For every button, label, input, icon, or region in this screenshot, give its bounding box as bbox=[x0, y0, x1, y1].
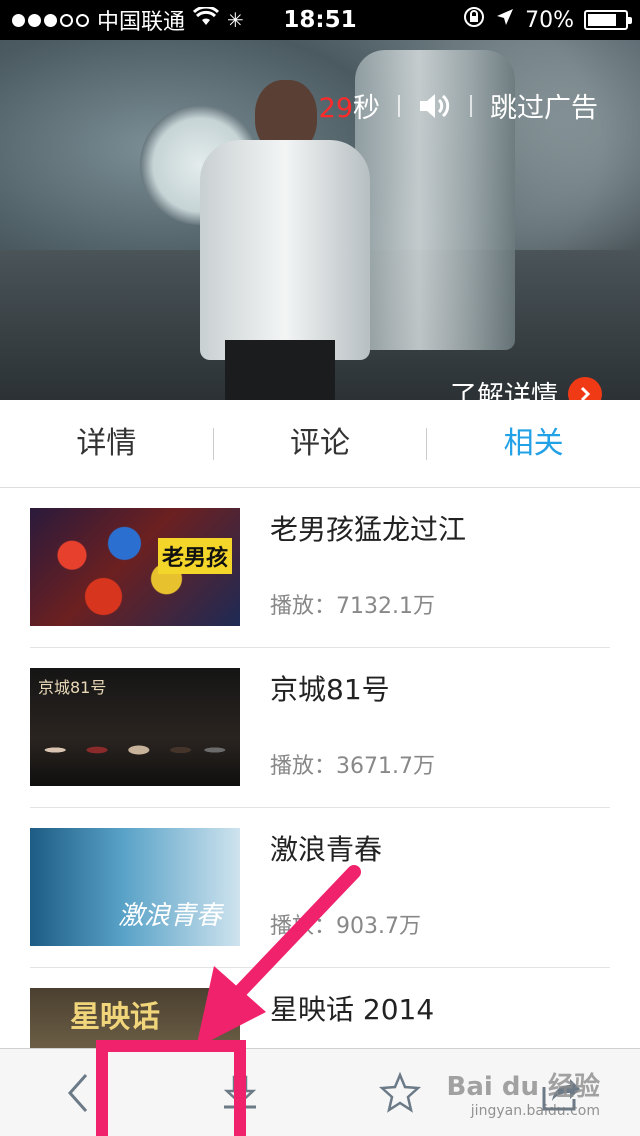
tab-details[interactable]: 详情 bbox=[0, 400, 213, 488]
list-item[interactable]: 激浪青春 激浪青春 播放：903.7万 bbox=[30, 808, 610, 968]
ad-countdown: 29秒 bbox=[318, 93, 380, 124]
list-item[interactable]: 星映话 星映话 2014 bbox=[30, 968, 610, 1048]
carrier-name: 中国联通 bbox=[97, 10, 186, 35]
learn-more-button[interactable]: 了解详情 bbox=[450, 374, 602, 400]
skip-ad-button[interactable]: 跳过广告 bbox=[490, 86, 598, 125]
list-item[interactable]: 京城81号 京城81号 播放：3671.7万 bbox=[30, 648, 610, 808]
battery-icon bbox=[584, 10, 632, 30]
tab-bar: 详情 评论 相关 bbox=[0, 400, 640, 488]
watermark: Bai du 经验 jingyan.baidu.com bbox=[447, 1072, 601, 1120]
video-ad-player[interactable]: 29秒 跳过广告 了解详情 bbox=[0, 40, 640, 400]
status-right: 70% bbox=[463, 6, 632, 34]
play-count: 播放：903.7万 bbox=[270, 914, 421, 939]
related-video-list: 老男孩 老男孩猛龙过江 播放：7132.1万 京城81号 京城81号 播放：36… bbox=[0, 488, 640, 1048]
tab-comments[interactable]: 评论 bbox=[214, 400, 427, 488]
video-title[interactable]: 激浪青春 bbox=[270, 828, 382, 868]
signal-strength-icon bbox=[12, 13, 89, 27]
location-arrow-icon bbox=[495, 7, 515, 33]
watermark-brand: Bai du 经验 bbox=[446, 1072, 601, 1103]
learn-more-label: 了解详情 bbox=[450, 381, 558, 400]
video-title[interactable]: 星映话 2014 bbox=[270, 988, 434, 1028]
list-item[interactable]: 老男孩 老男孩猛龙过江 播放：7132.1万 bbox=[30, 488, 610, 648]
battery-percent: 70% bbox=[525, 7, 574, 33]
video-thumbnail[interactable]: 星映话 bbox=[30, 988, 240, 1048]
status-bar: 中国联通 ✳ 18:51 70% bbox=[0, 0, 640, 40]
ad-controls: 29秒 跳过广告 bbox=[319, 86, 598, 125]
star-icon bbox=[378, 1071, 422, 1113]
video-thumbnail[interactable]: 京城81号 bbox=[30, 668, 240, 786]
annotation-highlight-box bbox=[96, 1040, 246, 1136]
wifi-icon bbox=[192, 5, 220, 33]
tab-related[interactable]: 相关 bbox=[427, 400, 640, 488]
chevron-right-icon bbox=[568, 376, 602, 400]
status-left: 中国联通 ✳ bbox=[12, 4, 463, 36]
video-thumbnail[interactable]: 老男孩 bbox=[30, 508, 240, 626]
loading-spinner-icon: ✳ bbox=[227, 8, 244, 32]
play-count: 播放：3671.7万 bbox=[270, 754, 435, 779]
play-count: 播放：7132.1万 bbox=[270, 594, 435, 619]
video-title[interactable]: 京城81号 bbox=[270, 668, 390, 708]
watermark-url: jingyan.baidu.com bbox=[470, 1103, 600, 1120]
video-thumbnail[interactable]: 激浪青春 bbox=[30, 828, 240, 946]
speaker-icon[interactable] bbox=[418, 91, 452, 121]
rotation-lock-icon bbox=[463, 6, 485, 34]
video-title[interactable]: 老男孩猛龙过江 bbox=[270, 508, 466, 548]
